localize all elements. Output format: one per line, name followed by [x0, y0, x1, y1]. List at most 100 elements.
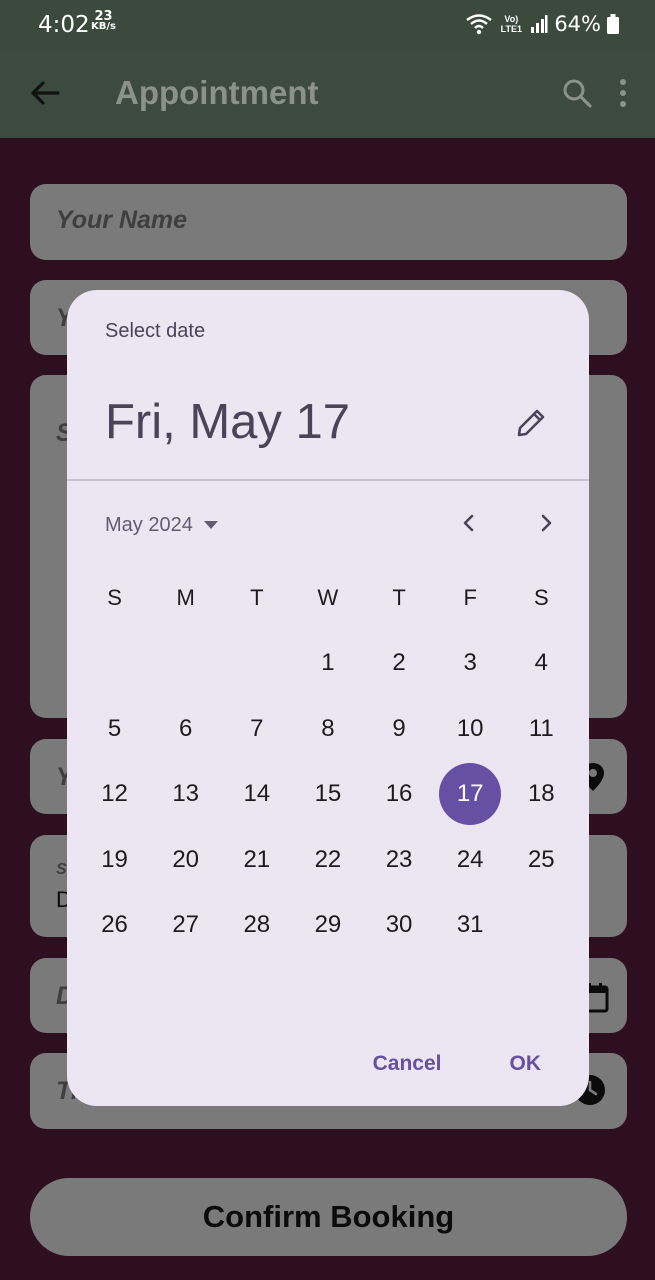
calendar-day[interactable]: 2 [364, 631, 435, 697]
calendar-day[interactable]: 19 [79, 827, 150, 893]
weekday-sunday: S [107, 584, 122, 610]
battery-icon [607, 14, 619, 34]
month-year-selector[interactable]: May 2024 [105, 510, 219, 540]
calendar-day[interactable]: 5 [79, 696, 150, 762]
calendar-day-label: 19 [101, 845, 128, 873]
weekday-monday: M [176, 584, 195, 610]
calendar-day[interactable]: 20 [150, 827, 221, 893]
chevron-left-icon[interactable] [455, 509, 483, 537]
calendar-day[interactable]: 18 [506, 762, 577, 828]
calendar-day-label: 4 [534, 649, 548, 677]
date-picker-dialog: Select date Fri, May 17 May 2024 S M T W… [67, 290, 589, 1106]
calendar-day-label: 15 [314, 780, 342, 808]
weekday-friday: F [463, 584, 477, 610]
calendar-day-label: 10 [456, 714, 484, 742]
dialog-actions: Cancel OK [373, 1052, 541, 1076]
weekday-tuesday: T [250, 584, 264, 610]
pencil-icon[interactable] [513, 405, 549, 441]
calendar-day-label: 7 [250, 714, 264, 742]
calendar-day-empty [150, 631, 221, 697]
calendar-week-row: 1 2 3 4 [79, 631, 577, 697]
selected-date-headline: Fri, May 17 [105, 395, 351, 449]
calendar-day[interactable]: 27 [150, 893, 221, 959]
calendar-day-label: 26 [101, 911, 128, 939]
calendar-day[interactable]: 24 [435, 827, 506, 893]
calendar-day[interactable]: 22 [292, 827, 363, 893]
calendar-day-label: 27 [172, 911, 200, 939]
calendar-day[interactable]: 21 [221, 827, 292, 893]
triangle-down-icon [203, 521, 218, 529]
calendar-day-label: 9 [392, 714, 406, 742]
calendar-day-label: 12 [101, 780, 128, 808]
calendar-day[interactable]: 15 [292, 762, 363, 828]
weekday-wednesday: W [317, 584, 339, 610]
more-vert-icon[interactable] [612, 76, 634, 110]
calendar-day-label: 20 [172, 845, 200, 873]
calendar-day-label: 6 [179, 714, 193, 742]
network-speed: 23 KB/s [91, 10, 116, 32]
calendar-day[interactable]: 10 [435, 696, 506, 762]
calendar-day-label: 17 [439, 763, 502, 826]
calendar-day-label: 8 [321, 714, 335, 742]
signal-icon [531, 15, 548, 33]
calendar-day[interactable]: 28 [221, 893, 292, 959]
calendar-day-selected[interactable]: 17 [435, 762, 506, 828]
calendar-day[interactable]: 8 [292, 696, 363, 762]
calendar-day[interactable]: 12 [79, 762, 150, 828]
network-type: Vo) LTE1 [500, 14, 522, 34]
calendar-week-row: 5 6 7 8 9 10 11 [79, 696, 577, 762]
calendar-day[interactable]: 3 [435, 631, 506, 697]
status-bar: 4:02 23 KB/s Vo) LTE1 64% [0, 0, 655, 50]
calendar-day-label: 31 [456, 911, 484, 939]
weekday-thursday: T [392, 584, 406, 610]
calendar-day-empty [506, 893, 577, 959]
calendar-day-label: 22 [314, 845, 342, 873]
calendar-day[interactable]: 16 [364, 762, 435, 828]
calendar-day-blank [226, 632, 288, 694]
calendar-day[interactable]: 29 [292, 893, 363, 959]
calendar-day[interactable]: 13 [150, 762, 221, 828]
cancel-button[interactable]: Cancel [373, 1052, 442, 1076]
calendar-day[interactable]: 25 [506, 827, 577, 893]
calendar-day-blank [84, 632, 146, 694]
calendar-day[interactable]: 31 [435, 893, 506, 959]
search-icon[interactable] [560, 76, 594, 110]
calendar-day-label: 30 [385, 911, 413, 939]
confirm-booking-button[interactable]: Confirm Booking [30, 1178, 627, 1256]
calendar-day[interactable]: 4 [506, 631, 577, 697]
name-field[interactable]: Your Name [30, 184, 627, 260]
status-time: 4:02 [38, 12, 90, 38]
calendar-day[interactable]: 26 [79, 893, 150, 959]
name-placeholder: Your Name [56, 206, 188, 234]
network-speed-unit: KB/s [91, 21, 116, 32]
back-arrow-icon[interactable] [28, 76, 62, 110]
calendar-grid: S M T W T F S 1 2 3 4 5 6 7 8 9 10 11 12 13 14 15 16 17 1… [79, 565, 577, 958]
calendar-day[interactable]: 7 [221, 696, 292, 762]
calendar-day-label: 5 [107, 714, 122, 742]
calendar-week-row: 12 13 14 15 16 17 18 [79, 762, 577, 828]
app-bar: Appointment [0, 50, 655, 138]
calendar-day-label: 2 [392, 649, 406, 677]
calendar-weeks: 1 2 3 4 5 6 7 8 9 10 11 12 13 14 15 16 17 18 19 20 21 22 23 24 2… [79, 631, 577, 959]
calendar-day-label: 24 [456, 845, 484, 873]
calendar-day[interactable]: 6 [150, 696, 221, 762]
calendar-day[interactable]: 1 [292, 631, 363, 697]
calendar-day[interactable]: 14 [221, 762, 292, 828]
ok-button[interactable]: OK [510, 1052, 542, 1076]
calendar-day-label: 18 [527, 780, 555, 808]
calendar-day-label: 16 [385, 780, 413, 808]
calendar-day-label: 23 [385, 845, 413, 873]
calendar-week-row: 26 27 28 29 30 31 [79, 893, 577, 959]
calendar-day[interactable]: 11 [506, 696, 577, 762]
calendar-day[interactable]: 23 [364, 827, 435, 893]
calendar-day-label: 14 [243, 780, 271, 808]
calendar-day-label: 3 [463, 649, 477, 677]
battery-percent: 64% [554, 12, 601, 36]
chevron-right-icon[interactable] [532, 509, 560, 537]
calendar-day[interactable]: 30 [364, 893, 435, 959]
calendar-day-label: 29 [314, 911, 342, 939]
calendar-day-empty [79, 631, 150, 697]
calendar-day[interactable]: 9 [364, 696, 435, 762]
calendar-day-label: 25 [527, 845, 555, 873]
month-year-label: May 2024 [105, 513, 193, 536]
